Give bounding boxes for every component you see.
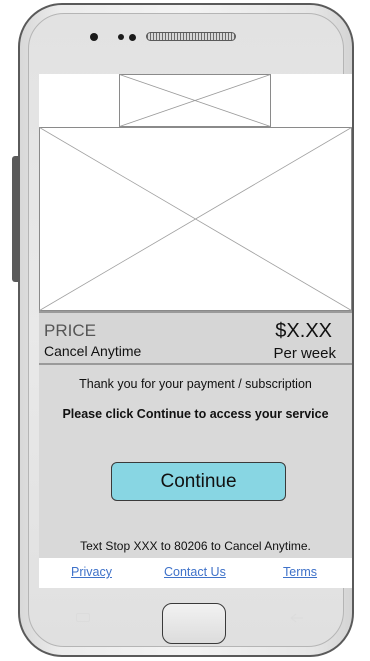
image-placeholder-icon (39, 127, 352, 311)
confirmation-panel: Thank you for your payment / subscriptio… (39, 365, 352, 558)
footer-links: Privacy Contact Us Terms (39, 558, 352, 588)
speaker-grille-icon (146, 32, 236, 41)
image-placeholder-icon (119, 74, 271, 127)
logo-image-placeholder (119, 74, 271, 127)
thank-you-message: Thank you for your payment / subscriptio… (79, 377, 312, 391)
menu-key-icon[interactable] (76, 613, 90, 622)
privacy-link[interactable]: Privacy (71, 565, 112, 579)
sensor-icon (118, 34, 124, 40)
billing-period: Per week (273, 345, 336, 362)
volume-button[interactable] (12, 156, 18, 282)
contact-us-link[interactable]: Contact Us (164, 565, 226, 579)
cancel-instructions: Text Stop XXX to 80206 to Cancel Anytime… (80, 539, 311, 553)
cancel-anytime-label: Cancel Anytime (44, 343, 142, 359)
instruction-message: Please click Continue to access your ser… (62, 407, 329, 421)
terms-link[interactable]: Terms (283, 565, 317, 579)
back-key-icon[interactable] (289, 613, 305, 623)
price-label: PRICE (44, 321, 96, 340)
phone-screen: PRICE Cancel Anytime $X.XX Per week Than… (39, 74, 352, 588)
continue-button[interactable]: Continue (111, 462, 286, 501)
sensor-icon (129, 34, 136, 41)
price-value: $X.XX (275, 320, 332, 342)
camera-icon (90, 33, 98, 41)
banner-image-placeholder (39, 127, 352, 311)
home-button-icon[interactable] (162, 603, 226, 644)
price-bar: PRICE Cancel Anytime $X.XX Per week (39, 311, 352, 365)
